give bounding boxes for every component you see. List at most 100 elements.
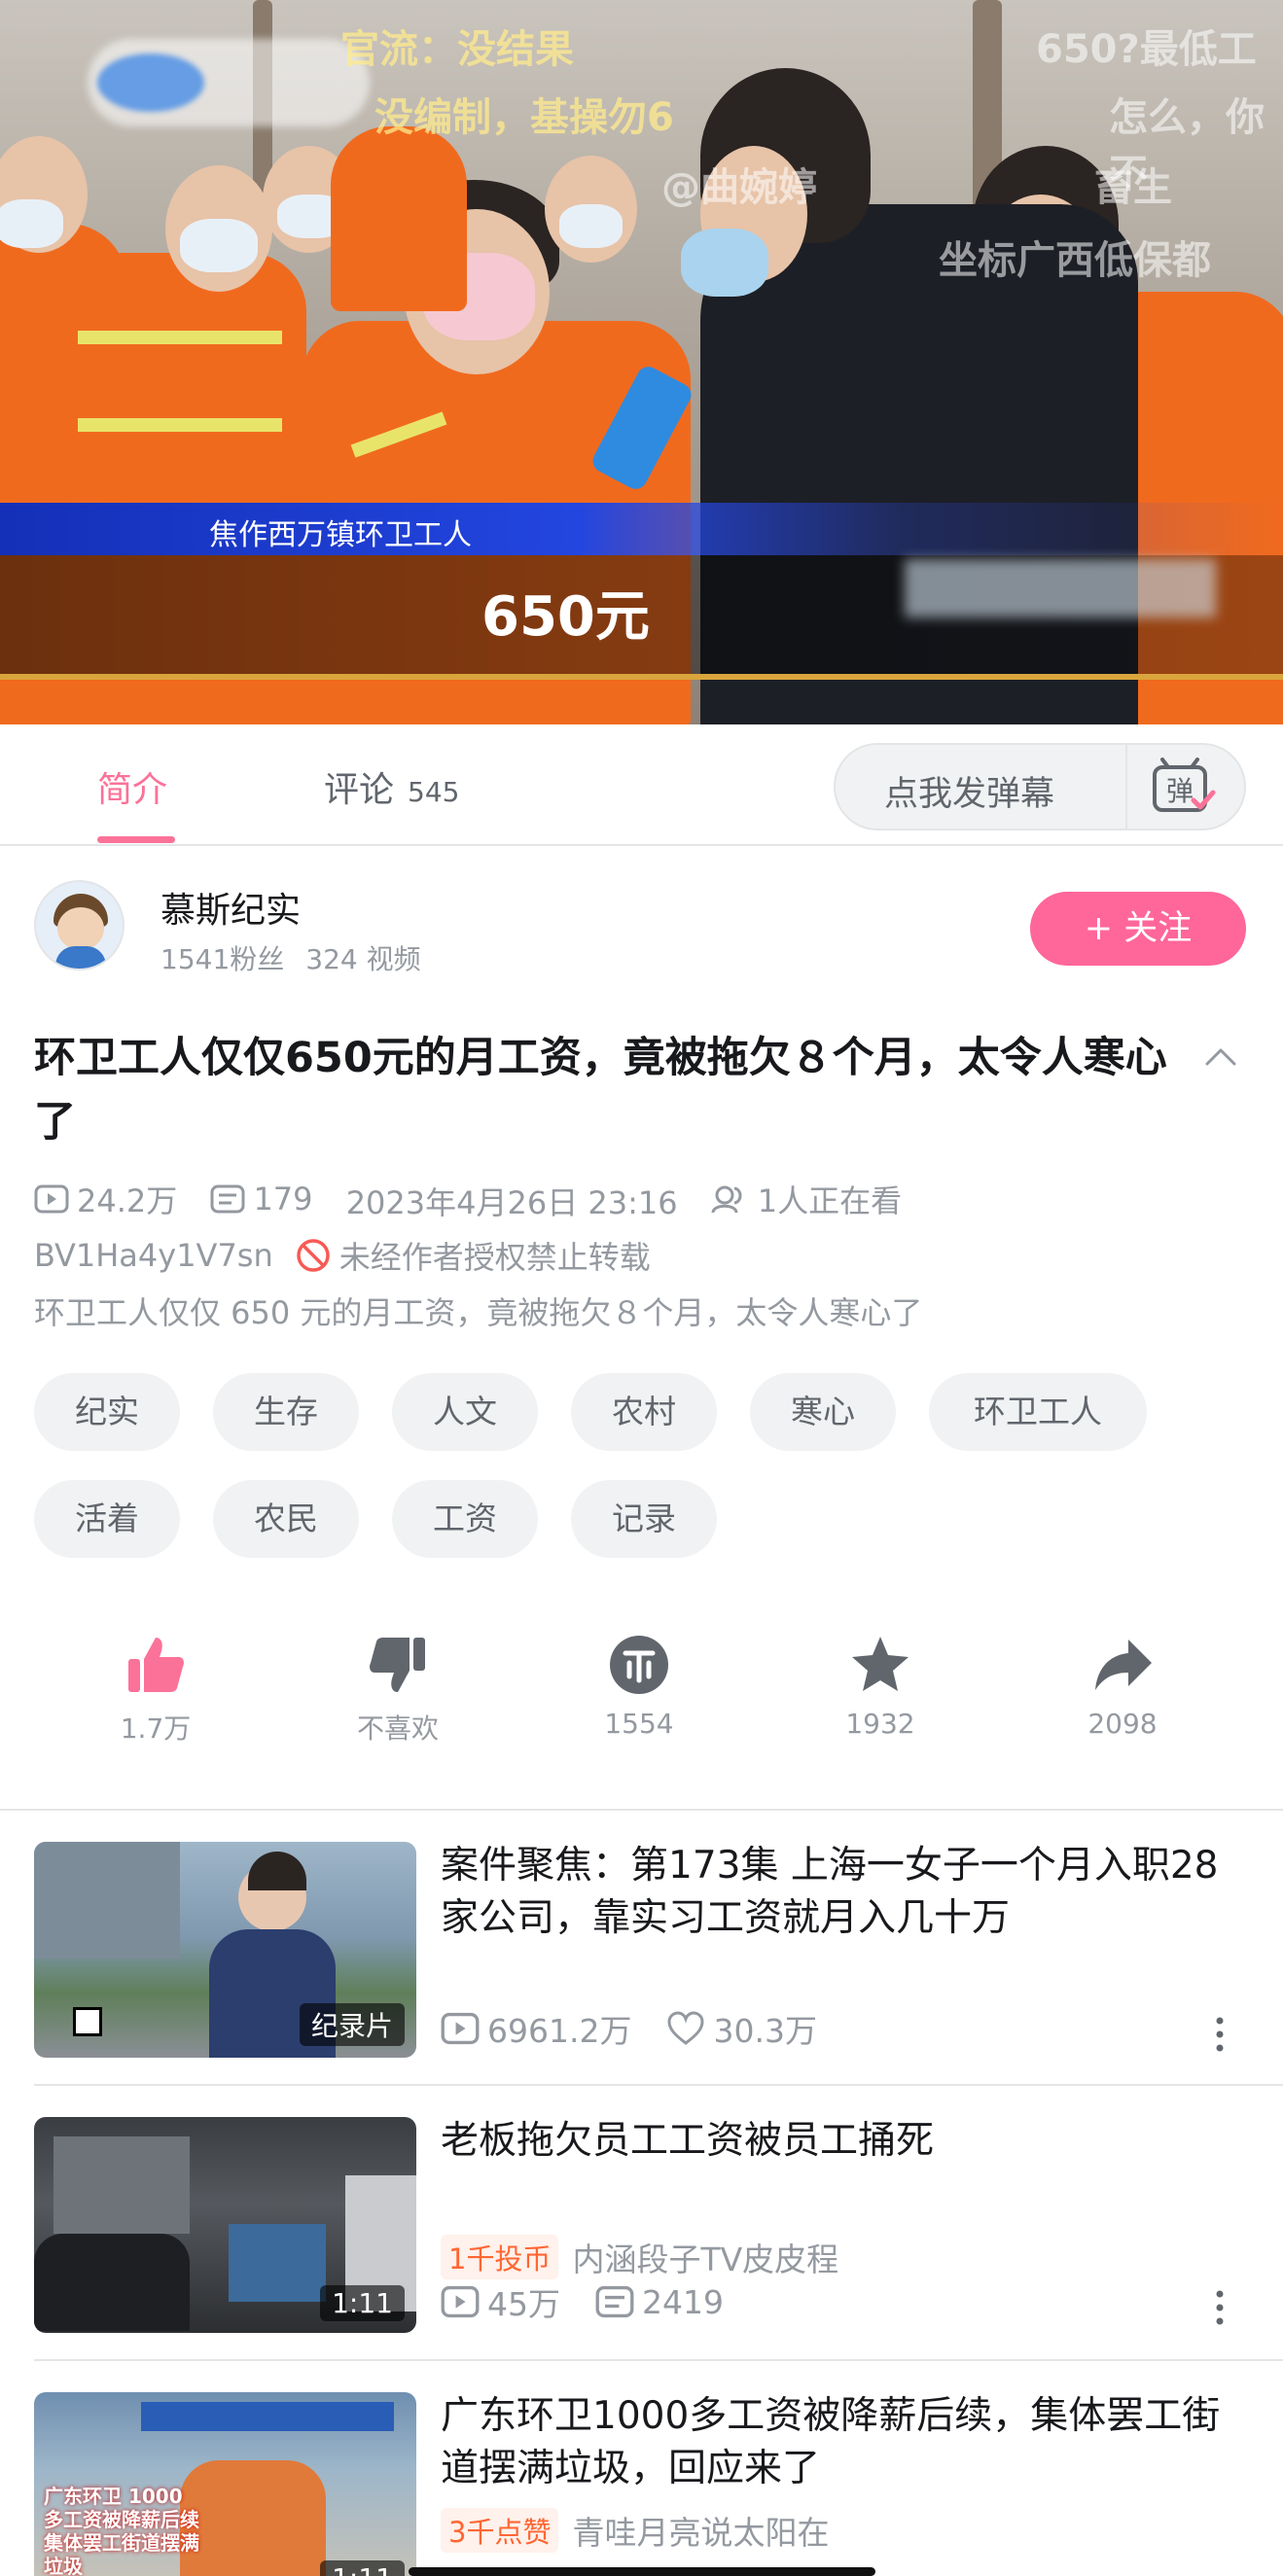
home-indicator[interactable]	[409, 2567, 875, 2576]
face-mask	[559, 204, 623, 248]
tag-item[interactable]: 活着	[34, 1480, 180, 1558]
tag-item[interactable]: 人文	[392, 1373, 538, 1451]
star-icon	[852, 1637, 909, 1691]
coin-count: 1554	[604, 1708, 674, 1740]
channel-watermark-logo	[97, 53, 204, 112]
tag-item[interactable]: 纪实	[34, 1373, 180, 1451]
tag-item[interactable]: 生存	[213, 1373, 359, 1451]
view-count: 24.2万	[77, 1182, 178, 1219]
video-duration: 1:11	[320, 2285, 405, 2321]
danmaku-text: 650?最低工	[1036, 27, 1257, 72]
face-mask	[0, 199, 63, 248]
recommended-author: 青哇月亮说太阳在	[572, 2514, 830, 2552]
recommended-danmaku: 2419	[642, 2282, 724, 2321]
tab-comments-label: 评论	[324, 770, 395, 810]
danmaku-input[interactable]: 点我发弹幕 弹	[834, 743, 1246, 830]
more-options-icon[interactable]	[1210, 2015, 1230, 2054]
share-count: 2098	[1087, 1708, 1158, 1740]
recommended-title: 老板拖欠员工工资被员工捅死	[441, 2119, 935, 2163]
dislike-button[interactable]: 不喜欢	[320, 1634, 476, 1747]
danmaku-text: 没编制，基操勿6	[374, 95, 674, 140]
divider	[1125, 745, 1127, 829]
uploader-name[interactable]: 慕斯纪实	[160, 882, 301, 933]
danmaku-icon-char: 弹	[1166, 775, 1194, 807]
recommended-video[interactable]: 纪录片 案件聚焦：第173集 上海一女子一个月入职28家公司，靠实习工资就月入几…	[0, 1811, 1283, 2086]
uploader-avatar[interactable]	[34, 880, 125, 970]
watching-count: 1人正在看	[757, 1182, 903, 1219]
danmaku-text: @曲婉婷	[661, 165, 817, 210]
recommended-stats: 45万 2419	[441, 2278, 759, 2325]
reflective-stripe	[78, 418, 282, 432]
recommendation-badge: 3千点赞	[441, 2508, 559, 2553]
danmaku-text: 官流：没结果	[340, 27, 574, 72]
video-count: 324 视频	[305, 943, 421, 975]
tag-item[interactable]: 农民	[213, 1480, 359, 1558]
recommended-video[interactable]: 广东环卫 1000多工资被降薪后续 集体罢工街道摆满垃圾 1:11 广东环卫10…	[0, 2361, 1283, 2576]
video-thumbnail: 广东环卫 1000多工资被降薪后续 集体罢工街道摆满垃圾 1:11	[34, 2392, 416, 2576]
recommended-video[interactable]: 1:11 老板拖欠员工工资被员工捅死 1千投币 内涵段子TV皮皮程 45万 24…	[0, 2086, 1283, 2361]
tag-item[interactable]: 农村	[571, 1373, 717, 1451]
danmaku-text: 坐标广西低保都	[939, 238, 1211, 283]
recommended-title: 广东环卫1000多工资被降薪后续，集体罢工街道摆满垃圾，回应来了	[441, 2394, 1221, 2490]
heart-icon	[667, 2011, 704, 2045]
danmaku-input-placeholder: 点我发弹幕	[884, 775, 1055, 814]
video-player[interactable]: 官流：没结果 没编制，基操勿6 @曲婉婷 650?最低工 怎么，你不 畜生 坐标…	[0, 0, 1283, 724]
watching-people-icon	[711, 1185, 742, 1214]
tab-comments[interactable]: 评论 545	[324, 761, 459, 812]
copyright-notice: 未经作者授权禁止转载	[339, 1239, 651, 1276]
face-mask	[681, 229, 768, 297]
favorite-count: 1932	[845, 1708, 915, 1740]
bvid: BV1Ha4y1V7sn	[34, 1237, 273, 1274]
favorite-button[interactable]: 1932	[802, 1634, 958, 1740]
video-thumbnail: 纪录片	[34, 1842, 416, 2058]
worker-figure	[331, 126, 467, 311]
follower-count: 1541粉丝	[160, 943, 285, 975]
tag-item[interactable]: 工资	[392, 1480, 538, 1558]
coin-button[interactable]: 1554	[561, 1634, 717, 1740]
danmaku-count-icon	[595, 2285, 634, 2318]
recommended-views: 6961.2万	[487, 2012, 632, 2050]
follow-button[interactable]: + 关注	[1030, 892, 1246, 966]
danmaku-toggle-icon[interactable]: 弹	[1149, 758, 1217, 818]
share-button[interactable]: 2098	[1045, 1634, 1200, 1740]
recommended-views: 45万	[487, 2285, 560, 2323]
chevron-up-icon[interactable]	[1203, 1041, 1238, 1076]
coin-icon	[610, 1636, 668, 1694]
thumbnail-badge: 纪录片	[299, 2003, 405, 2046]
recommendation-badge: 1千投币	[441, 2235, 559, 2279]
publish-date: 2023年4月26日 23:16	[345, 1184, 678, 1221]
danmaku-count: 179	[253, 1181, 313, 1217]
action-bar: 1.7万 不喜欢 1554 1932 2098	[0, 1634, 1283, 1780]
share-arrow-icon	[1095, 1640, 1152, 1690]
subtitle-text: 650元	[481, 585, 650, 649]
play-count-icon	[441, 2012, 480, 2045]
danmaku-text: 畜生	[1094, 165, 1172, 210]
recommended-author-line: 3千点赞 青哇月亮说太阳在	[441, 2507, 829, 2554]
lower-third-text: 焦作西万镇环卫工人	[209, 518, 472, 552]
thumbs-down-icon	[370, 1638, 425, 1692]
recommended-title: 案件聚焦：第173集 上海一女子一个月入职28家公司，靠实习工资就月入几十万	[441, 1844, 1219, 1940]
blurred-region	[905, 559, 1216, 618]
news-lower-third: 焦作西万镇环卫工人	[0, 503, 1283, 555]
bvid-line: BV1Ha4y1V7sn 未经作者授权禁止转载	[34, 1233, 651, 1278]
tag-item[interactable]: 环卫工人	[929, 1373, 1147, 1451]
no-repost-icon	[297, 1239, 330, 1272]
tab-bar: 简介 评论 545 点我发弹幕 弹	[0, 724, 1283, 846]
video-description: 环卫工人仅仅 650 元的月工资，竟被拖欠８个月，太令人寒心了	[34, 1294, 923, 1331]
like-count: 1.7万	[120, 1712, 192, 1745]
video-thumbnail: 1:11	[34, 2117, 416, 2333]
recommended-author: 内涵段子TV皮皮程	[572, 2241, 839, 2278]
play-count-icon	[441, 2285, 480, 2318]
video-meta: 24.2万 179 2023年4月26日 23:16 1人正在看	[34, 1177, 925, 1223]
tag-item[interactable]: 记录	[571, 1480, 717, 1558]
danmaku-count-icon	[210, 1184, 245, 1214]
recommended-likes: 30.3万	[713, 2012, 817, 2050]
thumbnail-caption: 广东环卫 1000多工资被降薪后续 集体罢工街道摆满垃圾	[44, 2485, 199, 2576]
comment-count: 545	[408, 776, 460, 808]
like-button[interactable]: 1.7万	[78, 1634, 233, 1747]
tag-item[interactable]: 寒心	[750, 1373, 896, 1451]
video-title: 环卫工人仅仅650元的月工资，竟被拖欠８个月，太令人寒心了	[34, 1034, 1167, 1147]
face-mask	[180, 219, 258, 272]
more-options-icon[interactable]	[1210, 2288, 1230, 2327]
tab-intro[interactable]: 简介	[97, 761, 167, 812]
